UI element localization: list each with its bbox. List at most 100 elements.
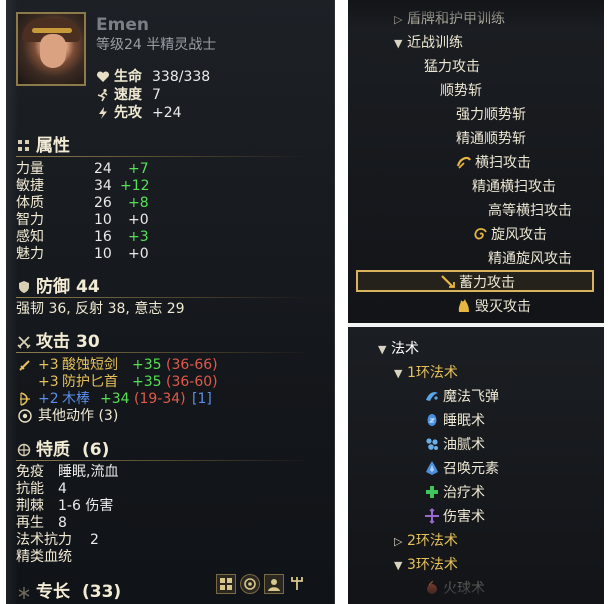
- expand-arrow-icon[interactable]: ▷: [394, 533, 407, 551]
- trait-label: 再生: [16, 515, 44, 531]
- attack-title: 攻击: [36, 332, 70, 352]
- specialties-title: 专长: [36, 582, 70, 602]
- initiative-value: +24: [152, 105, 182, 121]
- collapse-arrow-icon[interactable]: ▼: [394, 365, 407, 383]
- tree-node-greater-sweep[interactable]: 高等横扫攻击: [488, 202, 572, 220]
- character-name: Emen: [96, 15, 149, 35]
- spell-summon-elemental[interactable]: 召唤元素: [424, 460, 499, 478]
- attr-label: 魅力: [16, 246, 44, 262]
- weapon-hit: +34: [100, 391, 130, 407]
- attr-value: 34: [94, 178, 112, 194]
- spell-tree-panel: ▼ 法术 ▼ 1环法术 魔法飞弹 睡眠术 油腻术 召唤元素 治疗术 伤害术 ▷ 2环法…: [348, 327, 604, 604]
- character-sheet-panel: Emen 等级24 半精灵战士 生命 338/338 速度 7 先攻 +24 属…: [6, 0, 335, 604]
- attr-bonus: +12: [120, 178, 150, 194]
- hp-value: 338/338: [152, 69, 211, 85]
- attr-value: 24: [94, 161, 112, 177]
- sword-icon[interactable]: [18, 358, 32, 372]
- trait-value: 1-6 伤害: [58, 498, 114, 514]
- tree-node-charge-attack[interactable]: 蓄力攻击: [440, 274, 515, 292]
- weapon-name[interactable]: 酸蚀短剑: [62, 356, 118, 374]
- initiative-label: 先攻: [114, 105, 142, 121]
- weapon-name[interactable]: 防护匕首: [62, 373, 118, 391]
- spell-sleep[interactable]: 睡眠术: [424, 412, 485, 430]
- weapon-enchant: +3: [38, 374, 59, 390]
- tree-node-label: 法术: [391, 341, 419, 357]
- attr-value: 10: [94, 212, 112, 228]
- spell-inflict[interactable]: 伤害术: [424, 508, 485, 526]
- grid-view-icon[interactable]: [216, 574, 236, 594]
- specialties-count: (33): [82, 582, 122, 602]
- collapse-arrow-icon[interactable]: ▼: [394, 35, 407, 53]
- tree-node-master-cleave[interactable]: 精通顺势斩: [456, 130, 526, 148]
- lightning-icon: [99, 107, 107, 119]
- spell-label: 魔法飞弹: [443, 389, 499, 405]
- expand-arrow-icon[interactable]: ▷: [394, 11, 407, 29]
- tree-node-whirlwind-attack[interactable]: 旋风攻击: [472, 226, 547, 244]
- weapon-enchant: +3: [38, 357, 59, 373]
- tree-node-devastating-attack[interactable]: 毁灭攻击: [456, 298, 531, 316]
- other-actions-button[interactable]: 其他动作 (3): [38, 407, 118, 425]
- spell-fireball[interactable]: 火球术: [424, 580, 485, 598]
- tree-node-sweep-attack[interactable]: 横扫攻击: [456, 154, 531, 172]
- tree-node-label: 精通顺势斩: [456, 131, 526, 147]
- trident-view-icon[interactable]: [288, 574, 308, 594]
- spell-label: 召唤元素: [443, 461, 499, 477]
- weapon-damage: (19-34): [134, 391, 186, 407]
- tree-node-label: 强力顺势斩: [456, 107, 526, 123]
- tree-node-label: 精通横扫攻击: [472, 179, 556, 195]
- tree-node-label: 1环法术: [407, 365, 458, 381]
- spell-cure[interactable]: 治疗术: [424, 484, 485, 502]
- character-portrait[interactable]: [16, 12, 86, 86]
- weapon-hit: +35: [132, 374, 162, 390]
- spell-label: 伤害术: [443, 509, 485, 525]
- collapse-arrow-icon[interactable]: ▼: [378, 341, 391, 359]
- tree-node-master-sweep[interactable]: 精通横扫攻击: [472, 178, 556, 196]
- running-icon: [97, 88, 108, 102]
- trait-label: 免疫: [16, 464, 44, 480]
- tree-node-label: 高等横扫攻击: [488, 203, 572, 219]
- cure-icon: [426, 486, 438, 498]
- traits-title: 特质: [36, 440, 70, 460]
- inflict-icon: [425, 508, 439, 524]
- speed-value: 7: [152, 87, 161, 103]
- weapon-damage: (36-66): [166, 357, 218, 373]
- tree-node-label: 蓄力攻击: [459, 275, 515, 291]
- tree-node-label: 顺势斩: [440, 83, 482, 99]
- attr-bonus: +0: [128, 212, 149, 228]
- spell-magic-missile[interactable]: 魔法飞弹: [424, 388, 499, 406]
- attack-value: 30: [76, 332, 100, 352]
- traits-icon: [17, 443, 31, 457]
- trait-value: 8: [58, 515, 67, 531]
- tree-node-great-cleave[interactable]: 强力顺势斩: [456, 106, 526, 124]
- hp-label: 生命: [114, 69, 142, 85]
- collapse-arrow-icon[interactable]: ▼: [394, 557, 407, 575]
- trait-label: 荆棘: [16, 498, 44, 514]
- tree-node-level1-spells[interactable]: ▼ 1环法术: [394, 364, 458, 383]
- tree-node-level2-spells[interactable]: ▷ 2环法术: [394, 532, 458, 551]
- charge-attack-icon: [441, 275, 455, 288]
- attr-label: 感知: [16, 229, 44, 245]
- attr-value: 26: [94, 195, 112, 211]
- attributes-grid-icon: [18, 140, 29, 151]
- magic-missile-icon: [426, 392, 438, 401]
- trait-label: 精类血统: [16, 549, 72, 565]
- tree-node-label: 盾牌和护甲训练: [407, 11, 505, 27]
- tree-node-label: 2环法术: [407, 533, 458, 549]
- tree-node-master-whirlwind[interactable]: 精通旋风攻击: [488, 250, 572, 268]
- bow-icon[interactable]: [18, 392, 32, 406]
- tree-node-melee-training[interactable]: ▼ 近战训练: [394, 34, 463, 53]
- grease-icon: [426, 438, 438, 450]
- spell-grease[interactable]: 油腻术: [424, 436, 485, 454]
- weapon-extra: [1]: [192, 391, 212, 407]
- tree-node-level3-spells[interactable]: ▼ 3环法术: [394, 556, 458, 575]
- portrait-view-icon[interactable]: [264, 574, 284, 594]
- target-view-icon[interactable]: [240, 574, 260, 594]
- weapon-name[interactable]: 木棒: [62, 390, 90, 408]
- tree-node-spells[interactable]: ▼ 法术: [378, 340, 419, 359]
- tree-node-cleave[interactable]: 顺势斩: [440, 82, 482, 100]
- tree-node-shield-armor-training[interactable]: ▷ 盾牌和护甲训练: [394, 10, 505, 29]
- speed-label: 速度: [114, 87, 142, 103]
- tree-node-power-attack[interactable]: 猛力攻击: [424, 58, 480, 76]
- trait-value: 睡眠,流血: [58, 464, 119, 480]
- trait-value: 4: [58, 481, 67, 497]
